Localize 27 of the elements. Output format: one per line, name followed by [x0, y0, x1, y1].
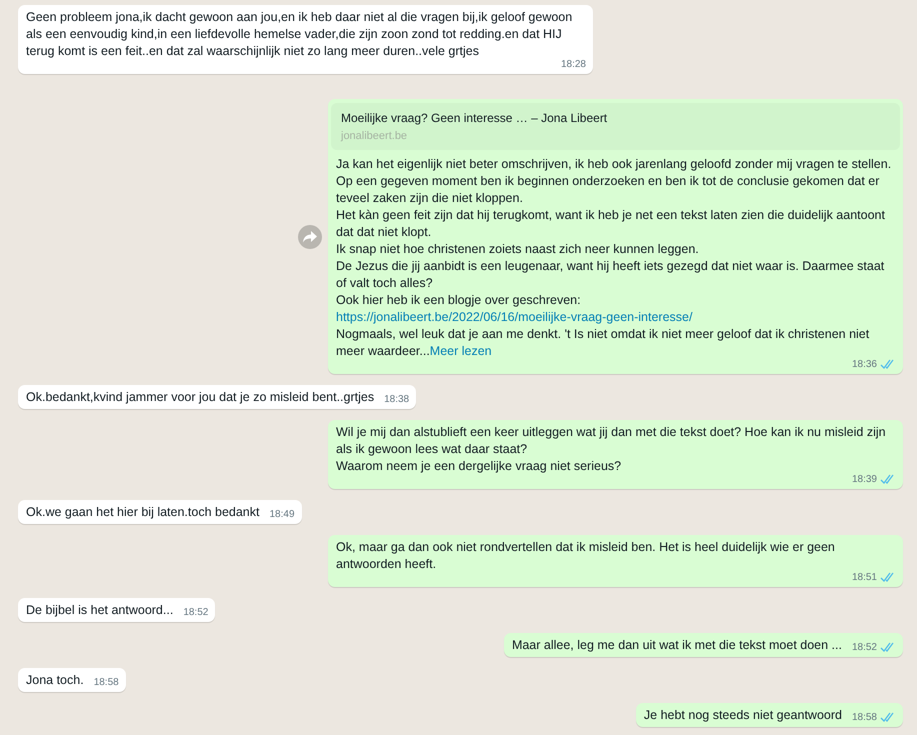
- message-time: 18:39: [852, 473, 877, 487]
- message-time: 18:38: [384, 393, 410, 407]
- message-time: 18:52: [183, 606, 208, 620]
- preview-title: Moeilijke vraag? Geen interesse … – Jona Libeert: [341, 111, 608, 125]
- message-text: Jona toch.: [26, 672, 84, 689]
- message-text: De bijbel is het antwoord...: [26, 602, 174, 619]
- message-text: Maar allee, leg me dan uit wat ik met die tekst moet doen ...: [512, 637, 842, 654]
- preview-domain: jonalibeert.be: [341, 130, 408, 142]
- message-text: Geen probleem jona,ik dacht gewoon aan jou,en ik heb daar niet al die vragen bij,ik geloof gewoon als een eenvoudig kind,in een liefdevolle hemelse vader,die zijn zoon zond tot redding.en dat HIJ terug komt is een feit..en dat zal waarschijnlijk niet zo lang meer duren..vele grtjes: [26, 9, 574, 60]
- forward-button[interactable]: [298, 224, 322, 248]
- message-text: Je hebt nog steeds niet geantwoord: [644, 707, 842, 724]
- message-time: 18:28: [560, 58, 586, 72]
- message-time: 18:58: [94, 676, 119, 690]
- message-time: 18:52: [852, 641, 877, 655]
- message-link[interactable]: https://jonalibeert.be/2022/06/16/moeilijke-vraag-geen-interesse/: [336, 310, 692, 324]
- message-time: 18:36: [852, 358, 877, 372]
- message-time: 18:51: [852, 571, 877, 585]
- message-text: Ja kan het eigenlijk niet beter omschrijven, ik heb ook jarenlang geloofd zonder mij vragen te stellen. Op een gegeven moment ben ik beginnen onderzoeken en ben ik tot de conclusie gekomen dat er teveel zaken zijn die niet kloppen. Het kàn geen feit zijn dat hij terugkomt, want ik heb je net een tekst laten zien die duidelijk aantoont dat dat niet klopt. Ik snap niet hoe christenen zoiets naast zich neer kunnen leggen. De Jezus die jij aanbidt is een leugenaar, want hij heeft iets gezegd dat niet waar is. Daarmee staat of valt toch alles? Ook hier heb ik een blogje over geschreven: https://jonalibeert.be/2022/06/16/moeilijke-vraag-geen-interesse/ Nogmaals, wel leuk dat je aan me denkt. 't Is niet omdat ik niet meer geloof dat ik christenen niet meer waardeer...Meer lezen: [336, 156, 892, 360]
- link-preview[interactable]: Moeilijke vraag? Geen interesse … – Jona Libeert jonalibeert.be: [331, 103, 900, 150]
- message-time: 18:58: [852, 711, 877, 725]
- forward-icon: [303, 230, 317, 242]
- message-time: 18:49: [269, 508, 295, 522]
- message-text: Ok.we gaan het hier bij laten.toch bedankt: [26, 504, 260, 521]
- read-more-link[interactable]: Meer lezen: [430, 344, 492, 358]
- message-text: Ok.bedankt,kvind jammer voor jou dat je zo misleid bent..grtjes: [26, 389, 374, 406]
- message-text: Ok, maar ga dan ook niet rondvertellen dat ik misleid ben. Het is heel duidelijk wie er geen antwoorden heeft.: [336, 539, 836, 573]
- message-text: Wil je mij dan alstublieft een keer uitleggen wat jij dan met die tekst doet? Hoe kan ik nu misleid zijn als ik gewoon lees wat daar staat? Waarom neem je een dergelijke vraag niet serieus?: [336, 424, 887, 475]
